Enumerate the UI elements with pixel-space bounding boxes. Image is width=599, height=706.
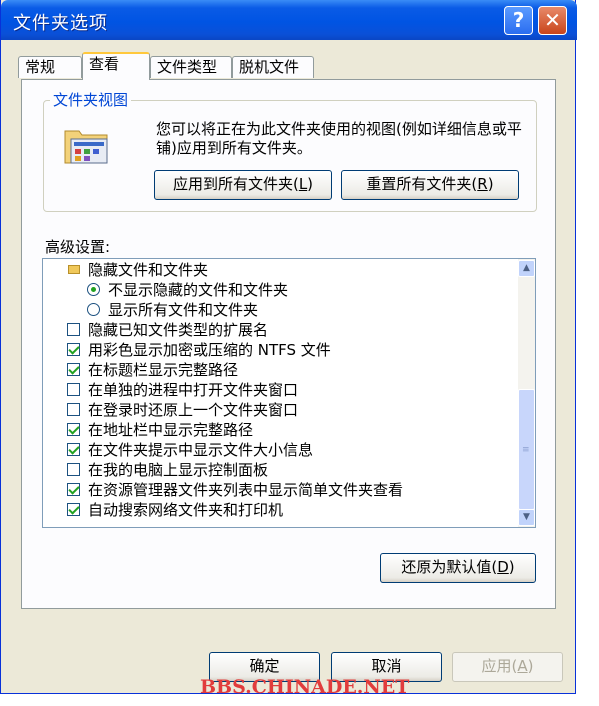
checkbox[interactable] [67,423,80,436]
restore-defaults-key: D [497,558,509,576]
list-item-label: 不显示隐藏的文件和文件夹 [108,281,289,299]
scroll-up-button[interactable]: ▲ [518,260,535,277]
reset-all-key: R [477,175,488,193]
help-button[interactable]: ? [504,6,533,35]
folder-icon [68,265,80,274]
checkbox[interactable] [67,463,80,476]
advanced-settings-label: 高级设置: [45,238,111,256]
scroll-down-button[interactable]: ▼ [518,509,535,526]
watermark-text: BBS.CHINADE.NET [200,676,410,698]
reset-all-tail: ) [487,175,494,193]
close-icon: ✕ [544,8,561,32]
list-item-label: 在文件夹提示中显示文件大小信息 [88,441,314,459]
tab-view[interactable]: 查看 [82,52,150,80]
folder-views-title: 文件夹视图 [50,89,132,110]
reset-all-folders-button[interactable]: 重置所有文件夹(R) [341,170,519,200]
list-item-label: 用彩色显示加密或压缩的 NTFS 文件 [88,341,331,359]
title-bar[interactable]: 文件夹选项 ? ✕ [1,0,577,40]
help-icon: ? [512,8,525,32]
scroll-thumb[interactable]: ≡ [518,389,535,510]
checkbox[interactable] [67,343,80,356]
list-item-label: 在单独的进程中打开文件夹窗口 [88,381,299,399]
apply-button[interactable]: 应用(A) [452,652,563,682]
restore-defaults-button[interactable]: 还原为默认值(D) [380,553,536,583]
apply-tail: ) [527,657,534,675]
folder-views-description: 您可以将正在为此文件夹使用的视图(例如详细信息或平铺)应用到所有文件夹。 [156,120,522,157]
list-item-label: 隐藏已知文件类型的扩展名 [88,321,269,339]
apply-all-key: L [298,175,308,193]
checkbox[interactable] [67,483,80,496]
reset-all-text: 重置所有文件夹( [366,175,478,193]
apply-text: 应用( [481,657,518,675]
list-item-label: 在标题栏显示完整路径 [88,361,239,379]
advanced-settings-list[interactable]: ▲ ≡ ▼ 隐藏文件和文件夹不显示隐藏的文件和文件夹 显示所有文件和文件夹隐藏已知… [42,258,536,528]
apply-to-all-folders-button[interactable]: 应用到所有文件夹(L) [154,170,332,200]
checkbox[interactable] [67,403,80,416]
radio-button[interactable] [87,283,100,296]
checkbox[interactable] [67,383,80,396]
tab-offline-files-label: 脱机文件 [239,58,300,76]
checkbox[interactable] [67,363,80,376]
chevron-up-icon: ▲ [523,263,530,273]
tab-general[interactable]: 常规 [18,56,82,78]
checkbox[interactable] [67,323,80,336]
tab-offline-files[interactable]: 脱机文件 [232,56,314,78]
apply-all-tail: ) [307,175,314,193]
list-item-label: 显示所有文件和文件夹 [108,301,259,319]
tab-general-label: 常规 [25,58,56,76]
list-item-label: 在地址栏中显示完整路径 [88,421,254,439]
cancel-label: 取消 [371,657,402,675]
list-item-label: 在我的电脑上显示控制面板 [88,461,269,479]
window-title: 文件夹选项 [13,13,108,34]
list-item-label: 在登录时还原上一个文件夹窗口 [88,401,299,419]
tab-view-label: 查看 [89,55,120,73]
list-item-label: 在资源管理器文件夹列表中显示简单文件夹查看 [88,481,404,499]
checkbox[interactable] [67,503,80,516]
list-item-label: 隐藏文件和文件夹 [88,261,209,279]
apply-key: A [517,657,528,675]
vertical-scrollbar[interactable]: ▲ ≡ ▼ [518,259,535,527]
tab-file-types-label: 文件类型 [157,58,218,76]
list-item-label: 自动搜索网络文件夹和打印机 [88,501,284,519]
close-button[interactable]: ✕ [538,6,567,35]
apply-all-text: 应用到所有文件夹( [172,175,299,193]
tab-file-types[interactable]: 文件类型 [150,56,232,78]
restore-defaults-tail: ) [508,558,515,576]
folder-views-icon [64,130,108,164]
radio-button[interactable] [87,303,100,316]
checkbox[interactable] [67,443,80,456]
restore-defaults-text: 还原为默认值( [401,558,498,576]
ok-label: 确定 [249,657,280,675]
chevron-down-icon: ▼ [523,512,530,522]
grip-icon: ≡ [522,445,530,455]
